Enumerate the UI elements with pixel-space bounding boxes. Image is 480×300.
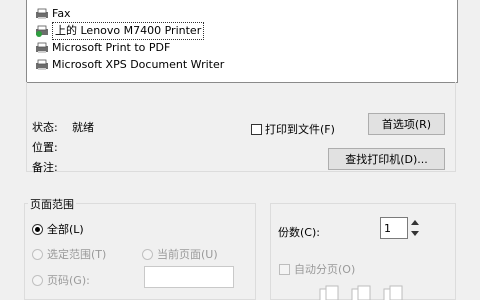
collate-label: 自动分页(O) <box>294 263 356 276</box>
page-range-all-radio[interactable] <box>32 223 43 235</box>
status-label: 状态: <box>32 121 58 134</box>
page-range-selection-option[interactable]: 选定范围(T) <box>32 246 106 262</box>
page-range-all-option[interactable]: 全部(L) <box>32 221 84 237</box>
page-range-current-option[interactable]: 当前页面(U) <box>142 246 218 262</box>
pages-input[interactable] <box>144 266 234 288</box>
page-range-title: 页面范围 <box>28 196 76 212</box>
page-range-selection-radio[interactable] <box>32 248 43 260</box>
printer-icon <box>35 42 49 54</box>
status-value: 就绪 <box>72 121 94 134</box>
printer-name: Fax <box>52 7 71 20</box>
printer-item-xps[interactable]: Microsoft XPS Document Writer <box>35 57 224 73</box>
location-label: 位置: <box>32 141 58 154</box>
print-to-file-label: 打印到文件(F) <box>265 123 335 136</box>
copies-value: 1 <box>384 221 391 235</box>
printer-name: Microsoft XPS Document Writer <box>52 58 225 71</box>
printer-item-pdf[interactable]: Microsoft Print to PDF <box>35 40 170 56</box>
copies-stepper[interactable] <box>408 217 422 239</box>
collate-illustration-icon <box>318 285 408 300</box>
page-range-pages-label: 页码(G): <box>47 274 90 287</box>
print-to-file-checkbox[interactable] <box>251 123 262 135</box>
printer-icon <box>35 59 49 71</box>
collate-option[interactable]: 自动分页(O) <box>279 261 355 277</box>
collate-checkbox[interactable] <box>279 263 290 275</box>
printer-name: Microsoft Print to PDF <box>52 41 171 54</box>
printer-list[interactable]: Fax 上的 Lenovo M7400 Printer Microsoft Pr… <box>26 0 458 83</box>
network-printer-icon <box>35 25 49 37</box>
fax-printer-icon <box>35 8 49 20</box>
copies-label: 份数(C): <box>278 226 320 239</box>
printer-name: 上的 Lenovo M7400 Printer <box>52 22 205 40</box>
page-range-pages-radio[interactable] <box>32 274 43 286</box>
find-printer-button[interactable]: 查找打印机(D)... <box>328 148 445 170</box>
copies-input[interactable]: 1 <box>380 217 408 239</box>
page-range-current-label: 当前页面(U) <box>157 248 218 261</box>
preferences-button[interactable]: 首选项(R) <box>368 113 445 135</box>
page-range-all-label: 全部(L) <box>47 223 84 236</box>
comment-label: 备注: <box>32 161 58 174</box>
printer-item-fax[interactable]: Fax <box>35 6 71 22</box>
print-to-file-option[interactable]: 打印到文件(F) <box>251 121 335 137</box>
decrease-arrow-icon[interactable] <box>408 228 422 239</box>
page-range-current-radio[interactable] <box>142 248 153 260</box>
page-range-pages-option[interactable]: 页码(G): <box>32 272 90 288</box>
increase-arrow-icon[interactable] <box>408 217 422 228</box>
page-range-selection-label: 选定范围(T) <box>47 248 107 261</box>
printer-item-lenovo[interactable]: 上的 Lenovo M7400 Printer <box>35 22 205 40</box>
